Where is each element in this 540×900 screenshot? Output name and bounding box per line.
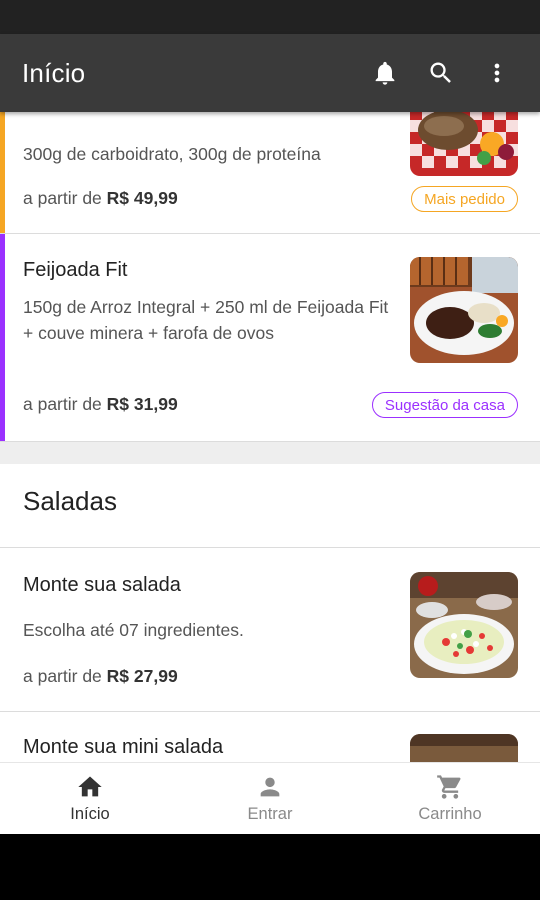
app-bar: Início — [0, 34, 540, 112]
item-price: R$ 31,99 — [106, 394, 178, 414]
search-button[interactable] — [420, 52, 462, 94]
nav-label: Entrar — [247, 805, 293, 823]
nav-home[interactable]: Início — [0, 763, 180, 834]
food-image — [410, 734, 518, 762]
food-image — [410, 572, 518, 678]
section-divider — [0, 442, 540, 464]
item-price: R$ 27,99 — [106, 666, 178, 686]
item-name: Feijoada Fit — [23, 259, 128, 281]
person-icon — [260, 777, 280, 797]
nav-label: Início — [70, 805, 110, 823]
more-options-button[interactable] — [476, 52, 518, 94]
system-nav-area — [0, 834, 540, 900]
section-title: Saladas — [23, 486, 117, 516]
section-header: Saladas — [0, 464, 540, 548]
search-icon — [430, 62, 451, 83]
nav-cart[interactable]: Carrinho — [360, 763, 540, 834]
nav-label: Carrinho — [418, 805, 482, 823]
price-prefix: a partir de — [23, 188, 107, 208]
item-description: 300g de carboidrato, 300g de proteína — [23, 144, 321, 164]
app-actions — [350, 52, 518, 94]
cart-icon — [437, 775, 461, 799]
item-price: R$ 49,99 — [106, 188, 178, 208]
item-price-line: a partir de R$ 27,99 — [23, 666, 178, 687]
nav-login[interactable]: Entrar — [180, 763, 360, 834]
menu-list: 300g de carboidrato, 300g de proteína a … — [0, 112, 540, 762]
status-bar — [0, 0, 540, 34]
menu-item[interactable]: Monte sua mini salada — [0, 712, 540, 762]
item-price-line: a partir de R$ 49,99 — [23, 188, 178, 209]
item-price-line: a partir de R$ 31,99 — [23, 394, 178, 415]
price-prefix: a partir de — [23, 666, 107, 686]
item-description: 150g de Arroz Integral + 250 ml de Feijo… — [23, 297, 389, 343]
notifications-button[interactable] — [364, 52, 406, 94]
bottom-navigation: Início Entrar Carrinho — [0, 762, 540, 834]
item-name: Monte sua mini salada — [23, 736, 224, 758]
menu-item[interactable]: 300g de carboidrato, 300g de proteína a … — [0, 112, 540, 234]
status-badge: Mais pedido — [411, 186, 518, 212]
menu-item[interactable]: Monte sua salada Escolha até 07 ingredie… — [0, 548, 540, 712]
accent-bar — [0, 234, 5, 441]
accent-bar — [0, 112, 5, 233]
food-image — [410, 112, 518, 176]
menu-item[interactable]: Feijoada Fit 150g de Arroz Integral + 25… — [0, 234, 540, 442]
more-vert-icon — [494, 63, 500, 83]
status-badge: Sugestão da casa — [371, 392, 518, 418]
item-description: Escolha até 07 ingredientes. — [23, 620, 244, 640]
price-prefix: a partir de — [23, 394, 107, 414]
item-name: Monte sua salada — [23, 574, 181, 596]
bell-icon — [375, 61, 395, 85]
home-icon — [78, 776, 102, 797]
page-title: Início — [22, 57, 86, 88]
food-image — [410, 257, 518, 363]
